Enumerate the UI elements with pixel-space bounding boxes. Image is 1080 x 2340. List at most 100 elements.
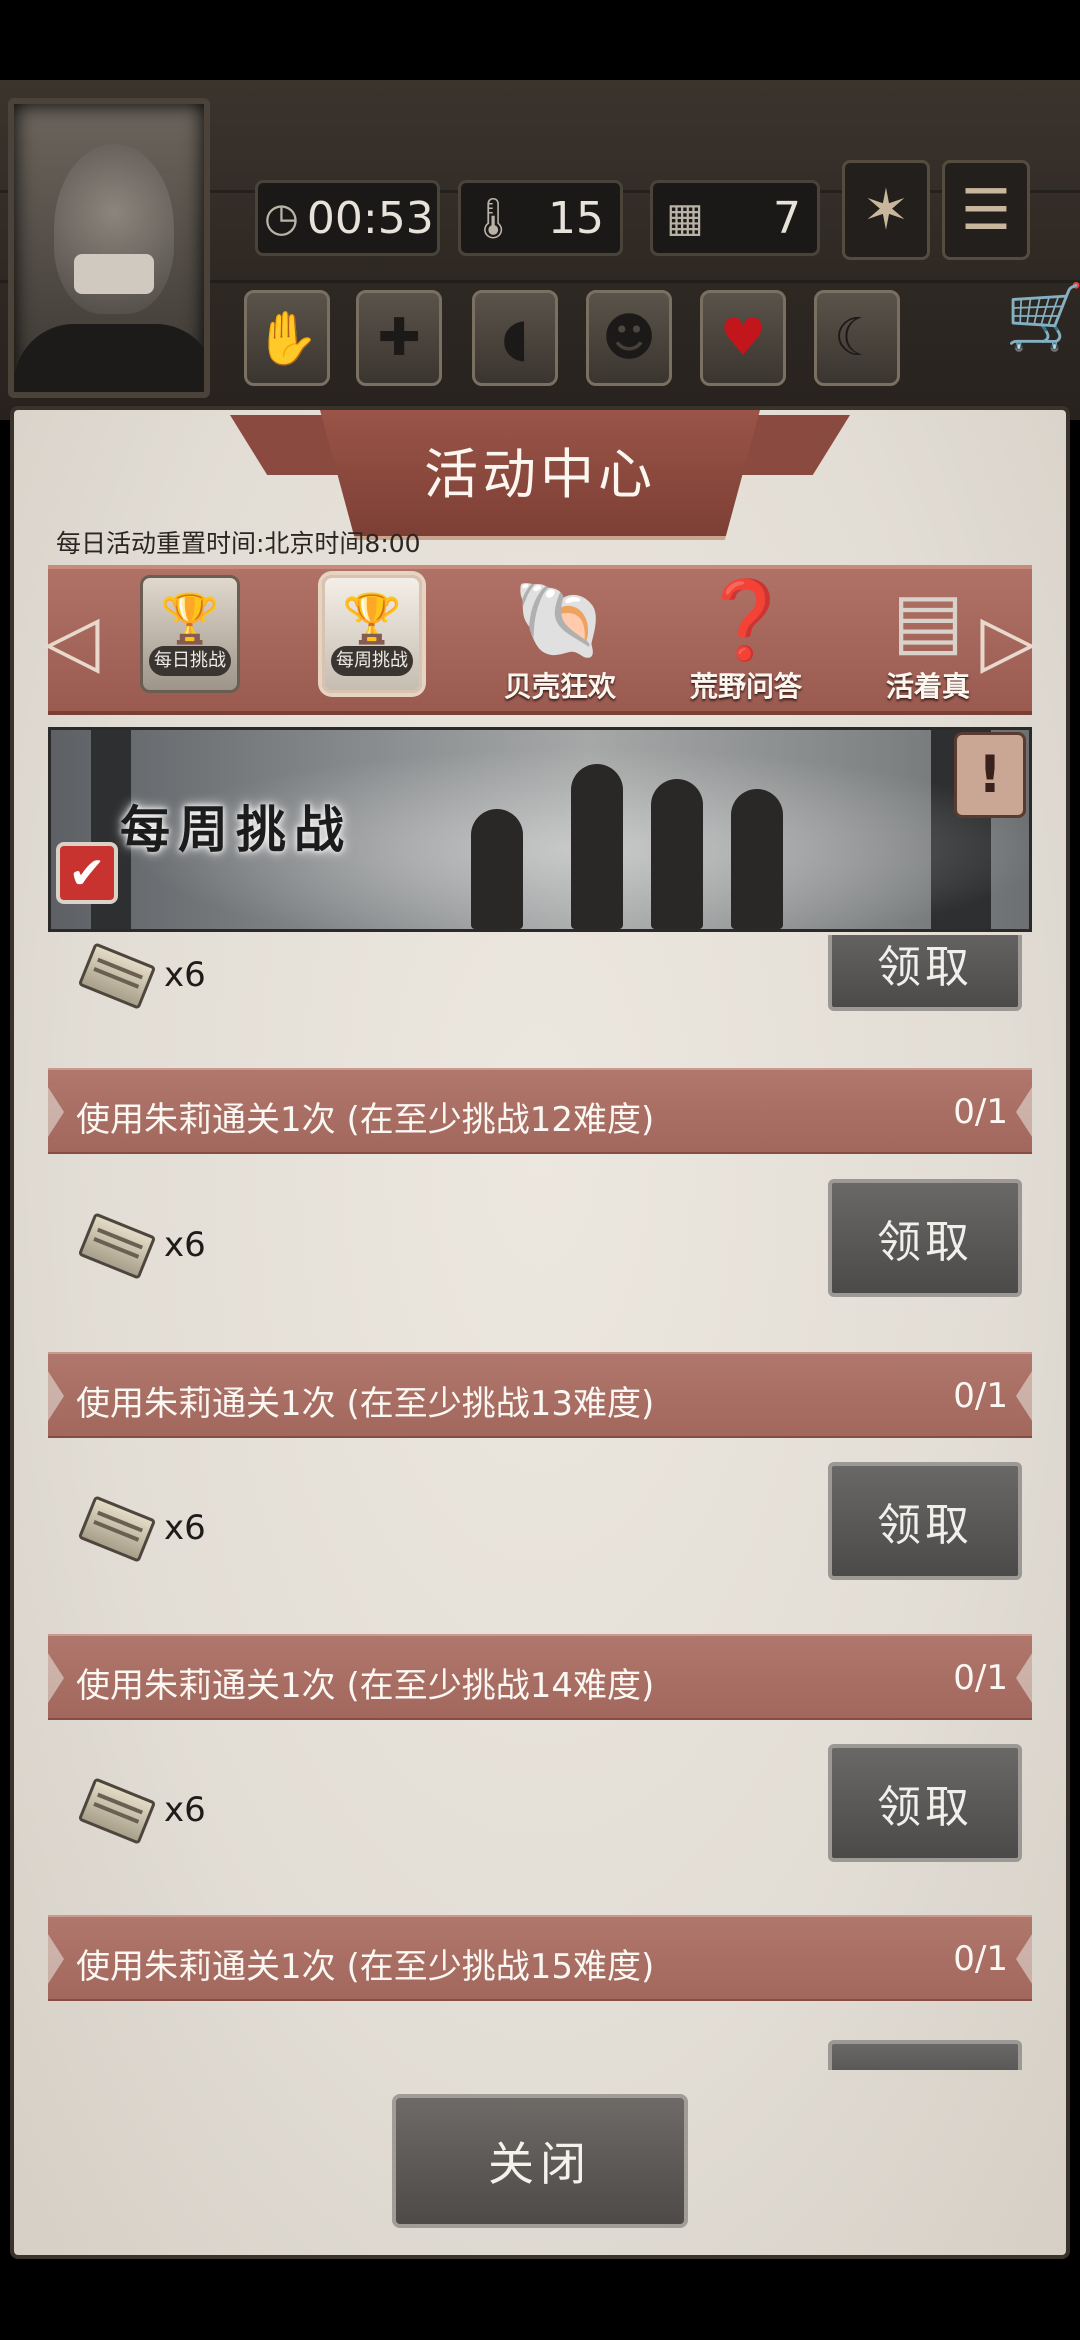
row-notch — [1016, 1650, 1032, 1706]
menu-button[interactable]: ☰ — [942, 160, 1030, 260]
temperature-display: 🌡 15 — [458, 180, 623, 256]
reward-row: x6 领取 — [48, 1462, 1032, 1598]
task-row: 使用朱莉通关1次 (在至少挑战14难度) 0/1 — [48, 1634, 1032, 1720]
claim-label: 领取 — [877, 1782, 973, 1833]
trophy-badge: 🏆 每日挑战 — [140, 575, 240, 693]
ticket-icon — [77, 1777, 157, 1845]
day-value: 7 — [773, 192, 801, 244]
row-notch — [48, 1931, 64, 1987]
calendar-icon: ▦ — [666, 195, 704, 241]
reward-count: x6 — [164, 1225, 206, 1265]
maple-leaf-button[interactable]: ✶ — [842, 160, 930, 260]
task-progress: 0/1 — [953, 1376, 1008, 1416]
menu-icon: ☰ — [960, 177, 1012, 243]
temperature-value: 15 — [548, 192, 604, 244]
thermometer-icon: 🌡 — [467, 195, 519, 242]
portrait-body — [14, 324, 204, 392]
hand-icon: ✋ — [254, 308, 320, 369]
row-notch — [48, 1368, 64, 1424]
task-row: 使用朱莉通关1次 (在至少挑战13难度) 0/1 — [48, 1352, 1032, 1438]
maple-leaf-icon: ✶ — [862, 177, 910, 243]
day-display: ▦ 7 — [650, 180, 820, 256]
cross-icon: ✚ — [377, 308, 421, 368]
row-notch — [1016, 1084, 1032, 1140]
survivor-figure — [731, 789, 783, 929]
reward-count: x6 — [164, 1508, 206, 1548]
tab-label: 活着真 — [885, 670, 970, 703]
health-need-button[interactable]: ✚ — [356, 290, 442, 386]
tab-wild-quiz[interactable]: ❓ 荒野问答 — [690, 575, 802, 705]
survivor-figure — [571, 764, 623, 929]
character-portrait[interactable] — [8, 98, 210, 398]
ticket-icon — [77, 1495, 157, 1563]
portrait-mask — [74, 254, 154, 294]
trophy-icon: 🏆 — [342, 591, 402, 647]
trophy-icon: 🏆 — [160, 591, 220, 647]
stomach-icon: ◖ — [501, 308, 529, 368]
task-text: 使用朱莉通关1次 (在至少挑战13难度) — [76, 1384, 655, 1424]
head-icon: ☻ — [601, 308, 657, 368]
reward-count: x6 — [164, 955, 206, 995]
banner-checkbox[interactable]: ✔ — [56, 842, 118, 904]
exclamation-icon: ! — [978, 745, 1002, 805]
cart-icon: 🛒 — [1005, 281, 1080, 355]
reward-row: x6 领取 — [48, 1179, 1032, 1315]
tab-alive[interactable]: ▤ 活着真 — [872, 575, 984, 705]
row-notch — [1016, 1368, 1032, 1424]
claim-label: 领取 — [877, 1217, 973, 1268]
row-notch — [48, 1650, 64, 1706]
moon-icon: ☾ — [833, 308, 881, 368]
row-notch — [48, 1084, 64, 1140]
banner-info-button[interactable]: ! — [954, 732, 1026, 818]
ticket-icon — [77, 1212, 157, 1280]
claim-button[interactable]: 领取 — [828, 935, 1022, 1011]
claim-button[interactable]: 领取 — [828, 1179, 1022, 1297]
cart-button[interactable]: 🛒 — [1005, 280, 1080, 355]
tab-shell-carnival[interactable]: 🐚 贝壳狂欢 — [504, 575, 616, 705]
clock-icon: ◷ — [264, 195, 299, 241]
tab-prev-arrow[interactable]: ◁ — [42, 580, 102, 700]
task-progress: 0/1 — [953, 1939, 1008, 1979]
tab-badge-label: 每周挑战 — [331, 646, 413, 676]
heart-icon: ♥ — [719, 308, 767, 368]
check-icon: ✔ — [68, 847, 106, 899]
stomach-need-button[interactable]: ◖ — [472, 290, 558, 386]
reset-time-text: 每日活动重置时间:北京时间8:00 — [56, 529, 421, 558]
claim-button[interactable]: 领取 — [828, 1462, 1022, 1580]
reward-row: x6 领取 — [48, 1744, 1032, 1880]
task-text: 使用朱莉通关1次 (在至少挑战12难度) — [76, 1100, 655, 1140]
tab-badge-label: 每日挑战 — [149, 646, 231, 676]
close-button[interactable]: 关闭 — [392, 2094, 688, 2228]
claim-button-partial[interactable] — [828, 2040, 1022, 2070]
sleep-need-button[interactable]: ☾ — [814, 290, 900, 386]
task-text: 使用朱莉通关1次 (在至少挑战14难度) — [76, 1666, 655, 1706]
chevron-left-icon: ◁ — [44, 598, 100, 682]
survivor-figure — [471, 809, 523, 929]
task-text: 使用朱莉通关1次 (在至少挑战15难度) — [76, 1947, 655, 1987]
tab-label: 贝壳狂欢 — [503, 670, 616, 703]
time-display: ◷ 00:53 — [255, 180, 440, 256]
calendar-heart-icon: ▤ — [892, 575, 964, 664]
banner-title: 每周挑战 — [120, 801, 352, 859]
reward-row: x6 领取 — [48, 935, 1032, 1045]
claim-label: 领取 — [877, 942, 973, 993]
mind-need-button[interactable]: ☻ — [586, 290, 672, 386]
task-progress: 0/1 — [953, 1658, 1008, 1698]
question-bubble-icon: ❓ — [698, 575, 794, 664]
heart-need-button[interactable]: ♥ — [700, 290, 786, 386]
claim-label: 领取 — [877, 1500, 973, 1551]
trophy-badge: 🏆 每周挑战 — [322, 575, 422, 693]
tab-label: 荒野问答 — [689, 670, 802, 703]
task-list[interactable]: x6 领取 使用朱莉通关1次 (在至少挑战12难度) 0/1 x6 领取 使用朱… — [48, 935, 1032, 2070]
tab-daily-challenge[interactable]: 🏆 每日挑战 — [134, 575, 246, 705]
claim-button[interactable]: 领取 — [828, 1744, 1022, 1862]
row-notch — [1016, 1931, 1032, 1987]
time-value: 00:53 — [306, 192, 434, 244]
close-label: 关闭 — [488, 2137, 592, 2191]
tab-weekly-challenge[interactable]: 🏆 每周挑战 — [316, 575, 428, 705]
ticket-icon — [77, 942, 157, 1010]
task-progress: 0/1 — [953, 1092, 1008, 1132]
reward-count: x6 — [164, 1790, 206, 1830]
hand-need-button[interactable]: ✋ — [244, 290, 330, 386]
task-row: 使用朱莉通关1次 (在至少挑战12难度) 0/1 — [48, 1068, 1032, 1154]
